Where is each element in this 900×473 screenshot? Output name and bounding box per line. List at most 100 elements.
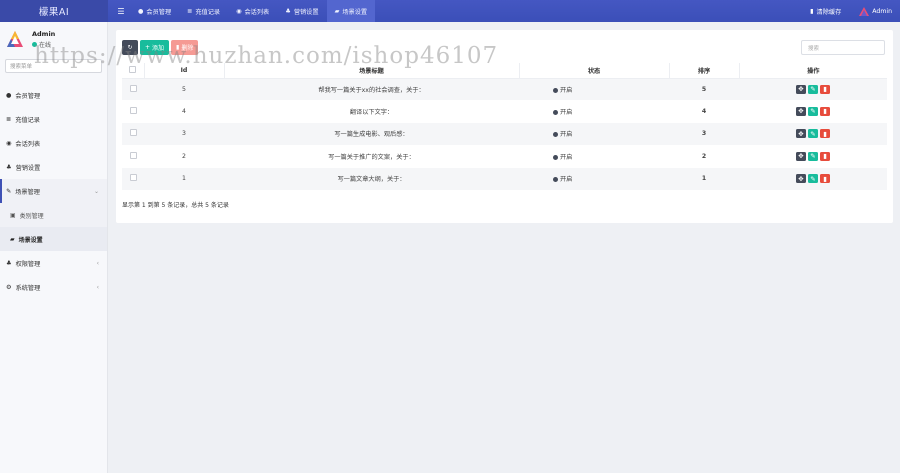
plus-icon: + <box>145 44 151 51</box>
cell-title: 写一篇生成电影、观后感： <box>224 122 519 146</box>
delete-row-button[interactable]: ▮ <box>820 129 830 139</box>
sidebar-item-marketing[interactable]: ♣ 营销设置 <box>0 155 107 179</box>
cell-status: 开启 <box>519 78 669 101</box>
cell-sort: 4 <box>701 108 707 116</box>
sidebar: Admin 在线 搜索菜单 ● 会员管理 ≣ 充值记录 ◉ 会话列表 ♣ 营销设置 ✎ 场… <box>0 22 108 473</box>
table-search-input[interactable]: 搜索 <box>801 40 885 55</box>
top-nav: ● 会员管理 ≣ 充值记录 ◉ 会话列表 ♣ 营销设置 ▰ 场景设置 <box>130 0 376 22</box>
drag-sort-button[interactable]: ✥ <box>796 84 806 94</box>
database-icon: ≣ <box>187 7 193 15</box>
delete-row-button[interactable]: ▮ <box>820 151 830 161</box>
cell-sort: 2 <box>701 152 707 160</box>
edit-button[interactable]: ✎ <box>808 151 818 161</box>
database-icon: ≣ <box>6 115 12 123</box>
users-icon: ♣ <box>285 7 291 15</box>
select-all-checkbox[interactable] <box>122 63 145 79</box>
topnav-item-sessions[interactable]: ◉ 会话列表 <box>228 0 277 22</box>
comment-icon: ◉ <box>236 7 242 15</box>
sidebar-item-system[interactable]: ⚙ 系统管理 ‹ <box>0 275 107 299</box>
topnav-item-marketing[interactable]: ♣ 营销设置 <box>277 0 326 22</box>
delete-button[interactable]: ▮ 删除 <box>171 40 199 55</box>
chevron-down-icon: ⌄ <box>93 187 99 195</box>
drag-sort-button[interactable]: ✥ <box>796 151 806 161</box>
cell-id: 5 <box>144 78 224 101</box>
row-checkbox[interactable] <box>122 145 144 167</box>
cell-sort: 3 <box>669 122 739 146</box>
clear-cache-button[interactable]: ▮ 清除缓存 <box>810 7 841 16</box>
topnav-item-scenes[interactable]: ▰ 场景设置 <box>326 0 376 22</box>
sidebar-item-sessions[interactable]: ◉ 会话列表 <box>0 131 107 155</box>
column-header-status[interactable]: 状态 <box>519 63 670 79</box>
cell-title: 写一篇关于推广的文案，关于： <box>328 153 415 161</box>
cell-status: 开启 <box>519 100 669 122</box>
book-icon: ▰ <box>334 7 340 15</box>
drag-sort-button[interactable]: ✥ <box>796 174 806 184</box>
user-icon: ● <box>6 91 12 99</box>
group-icon: ♣ <box>6 259 12 267</box>
pagination-info: 显示第 1 到第 5 条记录，总共 5 条记录 <box>122 202 229 209</box>
row-checkbox[interactable] <box>122 100 144 122</box>
table-row: 2 写一篇关于推广的文案，关于： 开启 2 ✥ ✎ ▮ <box>122 145 887 167</box>
user-menu[interactable]: Admin <box>859 7 892 16</box>
edit-button[interactable]: ✎ <box>808 174 818 184</box>
brand-logo[interactable]: 檬果AI <box>0 0 108 22</box>
edit-button[interactable]: ✎ <box>808 84 818 94</box>
online-dot-icon <box>32 41 37 47</box>
sidebar-item-members[interactable]: ● 会员管理 <box>0 83 107 107</box>
status-dot-icon <box>553 132 558 138</box>
top-navbar: 檬果AI ☰ ● 会员管理 ≣ 充值记录 ◉ 会话列表 ♣ 营销设置 ▰ 场景设置 ▮ 清除… <box>0 0 900 22</box>
refresh-icon: ↻ <box>127 44 133 51</box>
table-row: 1 写一篇文章大纲，关于： 开启 1 ✥ ✎ ▮ <box>122 167 887 190</box>
cell-actions: ✥ ✎ ▮ <box>739 100 887 122</box>
chevron-left-icon: ‹ <box>96 283 99 291</box>
trash-icon: ▮ <box>810 7 814 15</box>
cell-sort: 5 <box>669 78 739 101</box>
cell-actions: ✥ ✎ ▮ <box>739 78 887 101</box>
refresh-button[interactable]: ↻ <box>122 40 138 55</box>
delete-row-button[interactable]: ▮ <box>820 107 830 117</box>
sidebar-search-input[interactable]: 搜索菜单 <box>5 59 102 73</box>
cell-id: 3 <box>144 122 224 146</box>
sidebar-item-permissions[interactable]: ♣ 权限管理 ‹ <box>0 251 107 275</box>
book-icon: ▰ <box>10 235 15 243</box>
cogs-icon: ⚙ <box>6 283 12 291</box>
cell-status: 开启 <box>519 122 669 146</box>
cell-actions: ✥ ✎ ▮ <box>739 122 887 146</box>
row-checkbox[interactable] <box>122 122 144 146</box>
edit-button[interactable]: ✎ <box>808 107 818 117</box>
sidebar-subitem-scene-settings[interactable]: ▰ 场景设置 <box>0 227 107 251</box>
table-toolbar: ↻ + 添加 ▮ 删除 <box>122 40 199 55</box>
topnav-item-recharge[interactable]: ≣ 充值记录 <box>179 0 228 22</box>
scene-table: Id 场景标题 状态 排序 操作 5 帮我写一篇关于xx的社会调查，关于： 开启… <box>122 63 887 190</box>
cell-id: 2 <box>182 152 186 160</box>
column-header-sort[interactable]: 排序 <box>669 63 740 79</box>
edit-button[interactable]: ✎ <box>808 129 818 139</box>
image-icon: ▣ <box>10 211 16 219</box>
cell-actions: ✥ ✎ ▮ <box>739 167 887 190</box>
drag-sort-button[interactable]: ✥ <box>796 129 806 139</box>
row-checkbox[interactable] <box>122 78 144 101</box>
trash-icon: ▮ <box>176 44 180 51</box>
top-right-tools: ▮ 清除缓存 Admin <box>810 7 900 16</box>
cell-id: 4 <box>182 108 186 116</box>
sidebar-item-recharge[interactable]: ≣ 充值记录 <box>0 107 107 131</box>
column-header-actions: 操作 <box>739 63 887 79</box>
delete-row-button[interactable]: ▮ <box>820 174 830 184</box>
magic-icon: ✎ <box>6 187 12 195</box>
drag-sort-button[interactable]: ✥ <box>796 107 806 117</box>
column-header-title[interactable]: 场景标题 <box>224 63 520 79</box>
user-status: 在线 <box>32 40 55 49</box>
column-header-id[interactable]: Id <box>144 63 225 79</box>
cell-status: 开启 <box>519 145 669 167</box>
row-checkbox[interactable] <box>122 167 144 190</box>
sidebar-subitem-categories[interactable]: ▣ 类别管理 <box>0 203 107 227</box>
table-header-row: Id 场景标题 状态 排序 操作 <box>122 63 887 79</box>
delete-row-button[interactable]: ▮ <box>820 84 830 94</box>
topnav-item-members[interactable]: ● 会员管理 <box>130 0 179 22</box>
menu-toggle-icon[interactable]: ☰ <box>112 7 130 16</box>
chevron-left-icon: ‹ <box>96 259 99 267</box>
avatar <box>859 7 870 16</box>
status-dot-icon <box>553 177 558 183</box>
sidebar-item-scene-management[interactable]: ✎ 场景管理 ⌄ <box>0 179 107 203</box>
add-button[interactable]: + 添加 <box>140 40 170 55</box>
